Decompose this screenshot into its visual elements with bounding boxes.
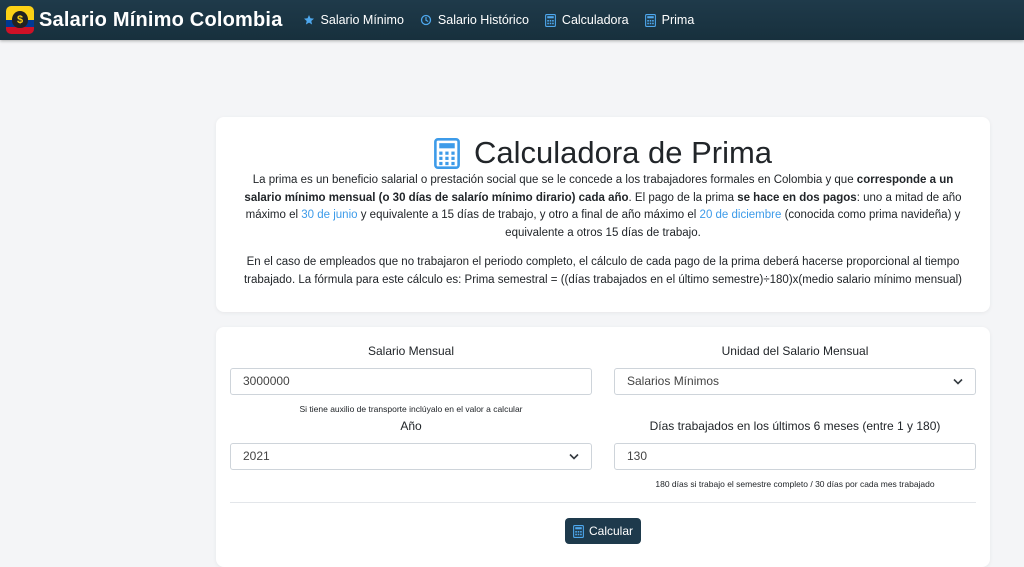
navbar: $ Salario Mínimo Colombia Salario Mínimo… [0, 0, 1024, 40]
calculator-icon [644, 13, 656, 27]
nav-item-calculadora[interactable]: Calculadora [545, 13, 629, 27]
salario-input[interactable]: 3000000 [230, 368, 592, 395]
dias-input[interactable]: 130 [614, 443, 976, 470]
info-card: Calculadora de Prima La prima es un bene… [216, 117, 990, 312]
calcular-button-label: Calcular [588, 524, 633, 538]
desc-text: La prima es un beneficio salarial o pres… [252, 174, 857, 186]
nav-item-label: Calculadora [561, 13, 629, 27]
star-icon [303, 15, 314, 25]
nav-item-label: Salario Histórico [437, 13, 529, 27]
calcular-button[interactable]: Calcular [565, 518, 641, 544]
desc-bold-text: se hace en dos pagos [737, 191, 857, 204]
chevron-down-icon [953, 378, 963, 385]
brand-logo-icon: $ [6, 6, 34, 34]
prima-description: La prima es un beneficio salarial o pres… [236, 172, 970, 242]
desc-text: . El pago de la prima [628, 191, 738, 204]
salario-help-text: Si tiene auxilio de transporte inclúyalo… [299, 404, 523, 414]
unidad-select[interactable]: Salarios Mínimos [614, 368, 976, 395]
nav-item-label: Prima [661, 13, 695, 27]
nav-item-salario-historico[interactable]: Salario Histórico [420, 13, 529, 27]
nav-item-salario-minimo[interactable]: Salario Mínimo [303, 13, 404, 27]
anio-label: Año [400, 419, 422, 433]
anio-selected-value: 2021 [243, 449, 270, 463]
title-row: Calculadora de Prima [216, 135, 990, 171]
brand-name: Salario Mínimo Colombia [39, 8, 283, 31]
money-bag-icon: $ [12, 11, 28, 28]
nav-item-prima[interactable]: Prima [644, 13, 695, 27]
chevron-down-icon [569, 453, 579, 460]
calculator-icon [434, 137, 460, 169]
date-link-december[interactable]: 20 de diciembre [700, 209, 782, 221]
form-divider [230, 502, 976, 503]
salario-label: Salario Mensual [367, 344, 455, 358]
date-link-june[interactable]: 30 de junio [301, 209, 357, 221]
brand[interactable]: $ Salario Mínimo Colombia [6, 6, 283, 34]
calculator-form: Salario Mensual 3000000 Si tiene auxilio… [216, 327, 990, 567]
dias-help-text: 180 días si trabajo el semestre completo… [655, 479, 935, 489]
anio-select[interactable]: 2021 [230, 443, 592, 470]
unidad-selected-value: Salarios Mínimos [627, 374, 720, 388]
unidad-label: Unidad del Salario Mensual [721, 344, 869, 358]
desc-text: y equivalente a 15 días de trabajo, y ot… [357, 209, 700, 222]
calculator-icon [545, 13, 556, 27]
page-title: Calculadora de Prima [473, 135, 773, 170]
calculator-icon [573, 524, 584, 538]
formula-description: En el caso de empleados que no trabajaro… [243, 256, 963, 286]
dias-label: Días trabajados en los últimos 6 meses (… [649, 419, 941, 433]
clock-icon [420, 14, 432, 26]
nav-item-label: Salario Mínimo [320, 13, 404, 27]
nav-menu: Salario Mínimo Salario Histórico Calcula… [303, 13, 711, 27]
